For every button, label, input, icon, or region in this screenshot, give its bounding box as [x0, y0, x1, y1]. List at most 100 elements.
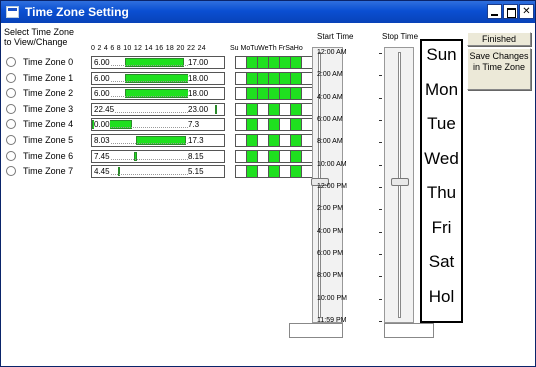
- day-toggle[interactable]: [302, 135, 312, 146]
- day-toggle[interactable]: [258, 88, 268, 100]
- time-zone-row[interactable]: Time Zone 2 6.00 18.00: [6, 87, 324, 101]
- day-toggle[interactable]: [269, 103, 279, 115]
- day-toggle[interactable]: [247, 150, 257, 162]
- time-range-bar[interactable]: 22.45 23.00: [91, 102, 225, 116]
- time-range-bar[interactable]: 8.03 17.3: [91, 134, 225, 147]
- time-range-bar[interactable]: 7.45 8.15: [91, 149, 225, 163]
- time-range-bar[interactable]: 6.00 18.00: [91, 71, 225, 85]
- day-toggle[interactable]: [291, 119, 301, 131]
- day-toggle[interactable]: [258, 103, 268, 115]
- time-range-bar[interactable]: 6.00 18.00: [91, 87, 225, 101]
- day-toggle[interactable]: [302, 103, 312, 115]
- day-toggle[interactable]: [269, 57, 279, 68]
- day-toggle[interactable]: [258, 135, 268, 146]
- stop-time-label: Stop Time: [382, 32, 419, 41]
- time-zone-radio[interactable]: [6, 103, 16, 114]
- day-toggle[interactable]: [236, 103, 246, 115]
- day-toggle[interactable]: [236, 72, 246, 84]
- day-toggle[interactable]: [280, 72, 290, 84]
- day-toggle[interactable]: [302, 166, 312, 178]
- day-toggle[interactable]: [280, 57, 290, 68]
- day-toggle[interactable]: [258, 57, 268, 68]
- day-toggle[interactable]: [258, 166, 268, 178]
- day-toggle[interactable]: [236, 166, 246, 178]
- day-toggle[interactable]: [269, 135, 279, 146]
- day-toggle[interactable]: [247, 72, 257, 84]
- day-toggle[interactable]: [291, 166, 301, 178]
- time-zone-row[interactable]: Time Zone 3 22.45 23.00: [6, 102, 324, 117]
- day-toggle[interactable]: [247, 57, 257, 68]
- day-checkboxes: [235, 87, 324, 101]
- day-toggle[interactable]: [291, 88, 301, 100]
- day-toggle[interactable]: [269, 166, 279, 178]
- day-toggle[interactable]: [302, 57, 312, 68]
- close-button[interactable]: ✕: [519, 4, 534, 19]
- day-toggle[interactable]: [280, 166, 290, 178]
- stop-time-thumb[interactable]: [391, 178, 409, 186]
- day-toggle[interactable]: [302, 88, 312, 100]
- day-toggle[interactable]: [291, 150, 301, 162]
- day-toggle[interactable]: [302, 150, 312, 162]
- day-toggle[interactable]: [302, 72, 312, 84]
- day-toggle[interactable]: [247, 119, 257, 131]
- day-toggle[interactable]: [236, 135, 246, 146]
- day-toggle[interactable]: [269, 88, 279, 100]
- day-toggle[interactable]: [280, 88, 290, 100]
- stop-value: 17.00: [188, 58, 209, 67]
- time-zone-radio[interactable]: [6, 72, 16, 83]
- day-toggle[interactable]: [269, 72, 279, 84]
- time-zone-row[interactable]: Time Zone 5 8.03 17.3: [6, 134, 324, 148]
- time-zone-row[interactable]: Time Zone 1 6.00 18.00: [6, 71, 324, 86]
- time-range-bar[interactable]: 6.00 17.00: [91, 56, 225, 69]
- day-toggle[interactable]: [236, 57, 246, 68]
- time-zone-row[interactable]: Time Zone 6 7.45 8.15: [6, 149, 324, 164]
- day-toggle[interactable]: [247, 166, 257, 178]
- time-zone-radio[interactable]: [6, 135, 16, 145]
- day-toggle[interactable]: [269, 119, 279, 131]
- time-zone-window: Time Zone Setting ✕ Select Time Zone to …: [0, 0, 536, 367]
- day-toggle[interactable]: [280, 150, 290, 162]
- stop-time-field[interactable]: [384, 323, 434, 338]
- time-range-bar[interactable]: 0.00 7.3: [91, 118, 225, 132]
- day-toggle[interactable]: [291, 135, 301, 146]
- day-toggle[interactable]: [291, 57, 301, 68]
- time-zone-row[interactable]: Time Zone 4 0.00 7.3: [6, 118, 324, 132]
- time-range-bar[interactable]: 4.45 5.15: [91, 165, 225, 179]
- day-toggle[interactable]: [269, 150, 279, 162]
- day-toggle[interactable]: [258, 150, 268, 162]
- day-toggle[interactable]: [258, 119, 268, 131]
- day-toggle[interactable]: [280, 103, 290, 115]
- day-toggle[interactable]: [247, 103, 257, 115]
- title-bar[interactable]: Time Zone Setting ✕: [1, 1, 535, 23]
- time-tick-label: 4:00 AM: [317, 93, 343, 101]
- time-zone-radio[interactable]: [6, 88, 16, 99]
- finished-button[interactable]: Finished: [467, 32, 531, 46]
- time-zone-radio[interactable]: [6, 119, 16, 130]
- day-toggle[interactable]: [236, 88, 246, 100]
- time-zone-radio[interactable]: [6, 166, 16, 177]
- select-label-line1: Select Time Zone: [4, 27, 75, 37]
- time-tick-label: 10:00 PM: [317, 294, 347, 302]
- day-toggle[interactable]: [236, 150, 246, 162]
- start-time-field[interactable]: [289, 323, 343, 338]
- day-toggle[interactable]: [236, 119, 246, 131]
- save-changes-button[interactable]: Save Changes in Time Zone: [467, 48, 531, 90]
- time-zone-row[interactable]: Time Zone 0 6.00 17.00: [6, 56, 324, 70]
- day-toggle[interactable]: [280, 135, 290, 146]
- minimize-button[interactable]: [487, 4, 502, 19]
- day-toggle[interactable]: [291, 72, 301, 84]
- day-toggle[interactable]: [280, 119, 290, 131]
- tick-mark: [379, 97, 382, 99]
- maximize-button[interactable]: [503, 4, 518, 19]
- day-toggle[interactable]: [302, 119, 312, 131]
- day-toggle[interactable]: [258, 72, 268, 84]
- time-zone-row[interactable]: Time Zone 7 4.45 5.15: [6, 165, 324, 179]
- day-name-label: Mon: [424, 79, 459, 99]
- day-toggle[interactable]: [291, 103, 301, 115]
- time-zone-radio[interactable]: [6, 150, 16, 161]
- day-toggle[interactable]: [247, 88, 257, 100]
- time-zone-radio[interactable]: [6, 57, 16, 67]
- stop-time-slider[interactable]: [384, 47, 414, 323]
- day-toggle[interactable]: [247, 135, 257, 146]
- start-value: 4.45: [94, 167, 110, 177]
